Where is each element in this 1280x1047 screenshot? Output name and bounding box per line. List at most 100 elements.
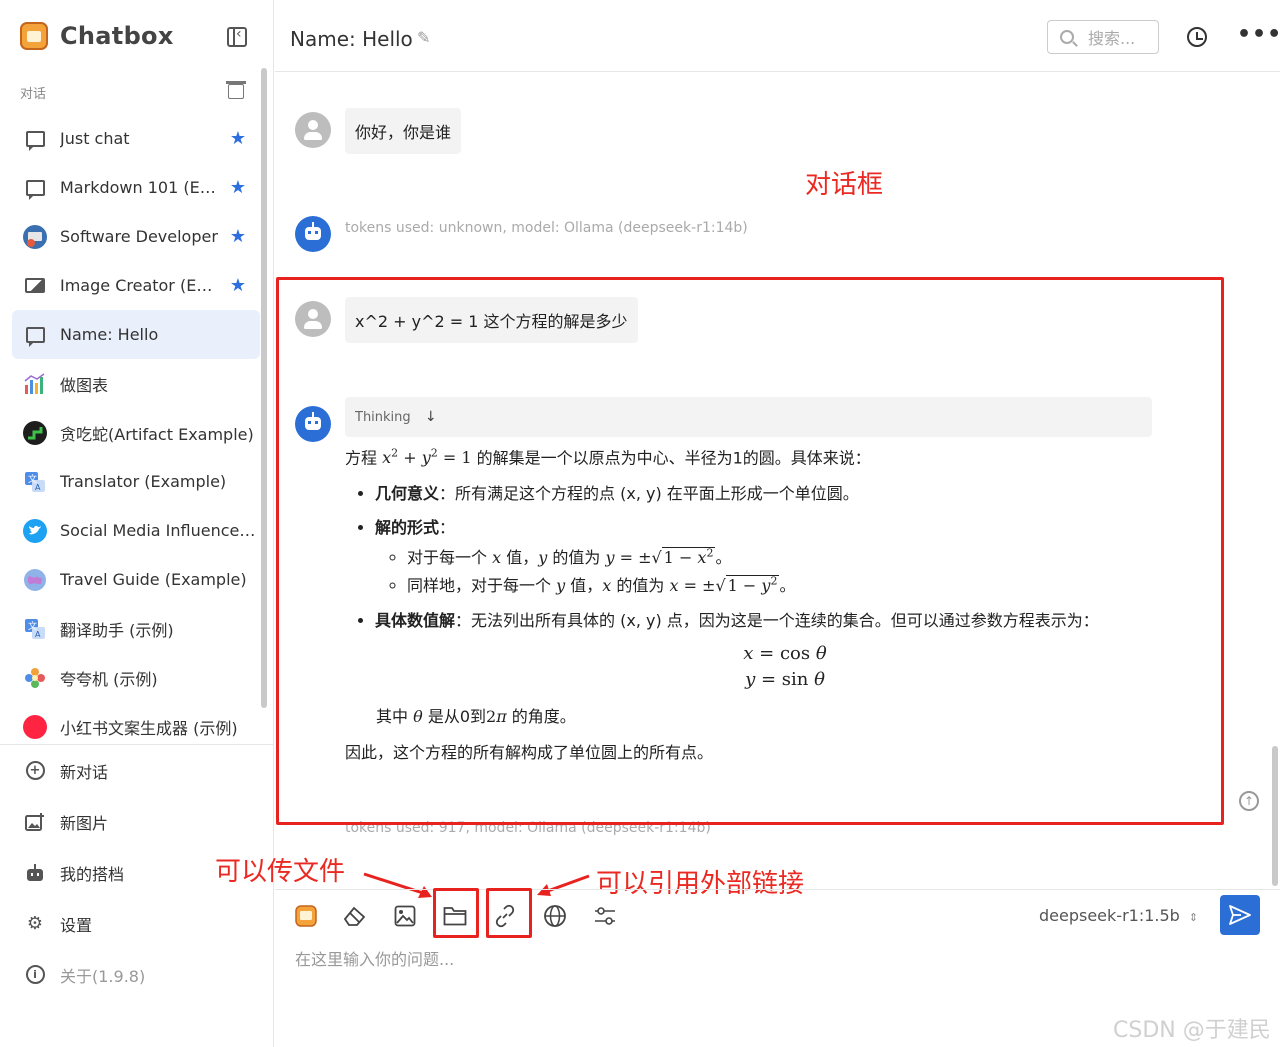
translator-avatar-icon: 文A (22, 617, 48, 641)
session-label: Image Creator (Example) (60, 276, 220, 295)
session-item[interactable]: 小红书文案生成器 (示例) (12, 702, 260, 744)
link-highlight-box (486, 888, 532, 938)
session-item[interactable]: 做图表 (12, 359, 260, 408)
annotation-dialog: 对话框 (805, 170, 884, 200)
annotation-upload: 可以传文件 (215, 857, 346, 887)
settings-button[interactable]: ⚙ 设置 (0, 898, 274, 949)
new-image-button[interactable]: 新图片 (0, 796, 274, 847)
session-list: Just chat ★ Markdown 101 (Example) ★ Sof… (12, 114, 260, 744)
chat-icon (22, 127, 48, 151)
settings-label: 设置 (60, 915, 93, 935)
robot-icon (24, 862, 46, 884)
session-item[interactable]: Just chat ★ (12, 114, 260, 163)
chevron-up-down-icon: ⇕ (1188, 911, 1199, 924)
session-label: 小红书文案生成器 (示例) (60, 718, 238, 738)
session-label: Social Media Influencer (Example) (60, 521, 256, 540)
new-chat-button[interactable]: + 新对话 (0, 745, 274, 796)
twitter-avatar-icon (22, 518, 48, 543)
search-icon (1060, 30, 1074, 44)
chat-title: Name: Hello (290, 27, 413, 51)
model-selector[interactable]: deepseek-r1:1.5b ⇕ (1039, 906, 1198, 925)
svg-text:A: A (35, 483, 41, 492)
messages-scrollbar[interactable] (1272, 746, 1278, 886)
about-label: 关于(1.9.8) (60, 966, 146, 986)
session-label: Translator (Example) (60, 472, 227, 491)
partners-label: 我的搭档 (60, 864, 125, 884)
app-name: Chatbox (60, 22, 174, 50)
globe-avatar-icon (22, 568, 48, 592)
session-label: 夸夸机 (示例) (60, 669, 158, 689)
user-message: 你好，你是谁 (345, 108, 462, 154)
chart-avatar-icon (22, 372, 48, 396)
session-item[interactable]: 贪吃蛇(Artifact Example) (12, 408, 260, 457)
search-input[interactable]: 搜索... (1047, 20, 1159, 54)
section-label: 对话 (20, 87, 47, 102)
gear-icon: ⚙ (26, 913, 44, 934)
message-meta: tokens used: unknown, model: Ollama (dee… (345, 220, 748, 236)
xiaohongshu-avatar-icon (22, 714, 48, 739)
star-icon[interactable]: ★ (230, 177, 246, 198)
send-icon (1229, 905, 1251, 925)
new-chat-label: 新对话 (60, 762, 109, 782)
chatbox-logo-icon[interactable] (293, 903, 319, 929)
more-options-icon[interactable]: ••• (1237, 22, 1280, 47)
scroll-to-top-icon[interactable]: ↑ (1239, 791, 1259, 811)
send-button[interactable] (1220, 895, 1260, 935)
new-image-label: 新图片 (60, 813, 109, 833)
star-icon[interactable]: ★ (230, 128, 246, 149)
session-label: Markdown 101 (Example) (60, 178, 220, 197)
session-label: Software Developer (60, 227, 218, 246)
svg-text:A: A (35, 630, 41, 639)
input-toolbar: deepseek-r1:1.5b ⇕ (275, 889, 1280, 939)
session-item[interactable]: Travel Guide (Example) (12, 555, 260, 604)
star-icon[interactable]: ★ (230, 275, 246, 296)
session-label: Just chat (60, 129, 130, 148)
session-item[interactable]: 文A Translator (Example) (12, 457, 260, 506)
info-icon: i (24, 964, 46, 986)
about-button[interactable]: i 关于(1.9.8) (0, 949, 274, 1000)
image-upload-icon[interactable] (392, 903, 418, 929)
developer-avatar-icon (22, 224, 48, 249)
translator-avatar-icon: 文A (22, 470, 48, 494)
upload-highlight-box (433, 888, 479, 938)
session-item[interactable]: Image Creator (Example) ★ (12, 261, 260, 310)
assistant-avatar (295, 216, 331, 252)
brand: Chatbox (20, 22, 174, 50)
session-label: Name: Hello (60, 325, 159, 344)
snake-avatar-icon (22, 420, 48, 445)
sidebar: Chatbox 对话 Just chat ★ Markdown 101 (Exa… (0, 0, 274, 1047)
session-item[interactable]: Markdown 101 (Example) ★ (12, 163, 260, 212)
watermark: CSDN @于建民 (1113, 1018, 1271, 1043)
chatbox-logo-icon (20, 22, 48, 50)
session-label: Travel Guide (Example) (60, 570, 247, 589)
collapse-sidebar-icon[interactable] (227, 26, 247, 47)
star-icon[interactable]: ★ (230, 226, 246, 247)
user-avatar (295, 112, 331, 148)
message-input[interactable]: 在这里输入你的问题... (295, 946, 454, 970)
session-label: 做图表 (60, 375, 109, 395)
add-image-icon (24, 811, 46, 833)
session-item[interactable]: 文A 翻译助手 (示例) (12, 604, 260, 653)
search-placeholder: 搜索... (1088, 29, 1136, 48)
chatbox-window: Chatbox 对话 Just chat ★ Markdown 101 (Exa… (0, 0, 1280, 1047)
edit-title-icon[interactable]: ✎ (417, 28, 430, 47)
chat-header: Name: Hello ✎ 搜索... ••• (275, 0, 1280, 72)
eraser-icon[interactable] (342, 903, 368, 929)
plus-circle-icon: + (24, 760, 46, 782)
session-label: 翻译助手 (示例) (60, 620, 174, 640)
session-item[interactable]: 夸夸机 (示例) (12, 653, 260, 702)
session-item[interactable]: Software Developer ★ (12, 212, 260, 261)
flower-avatar-icon (22, 666, 48, 690)
sliders-icon[interactable] (592, 903, 618, 929)
sidebar-scrollbar[interactable] (261, 68, 267, 708)
history-icon[interactable] (1187, 27, 1207, 47)
dialog-highlight-box (276, 277, 1224, 825)
session-item-active[interactable]: Name: Hello (12, 310, 260, 359)
clear-conversations-icon[interactable] (226, 81, 246, 99)
model-name: deepseek-r1:1.5b (1039, 906, 1180, 925)
globe-icon[interactable] (542, 903, 568, 929)
chat-icon (22, 323, 48, 347)
image-icon (22, 274, 48, 298)
chat-icon (22, 176, 48, 200)
session-item[interactable]: Social Media Influencer (Example) (12, 506, 260, 555)
